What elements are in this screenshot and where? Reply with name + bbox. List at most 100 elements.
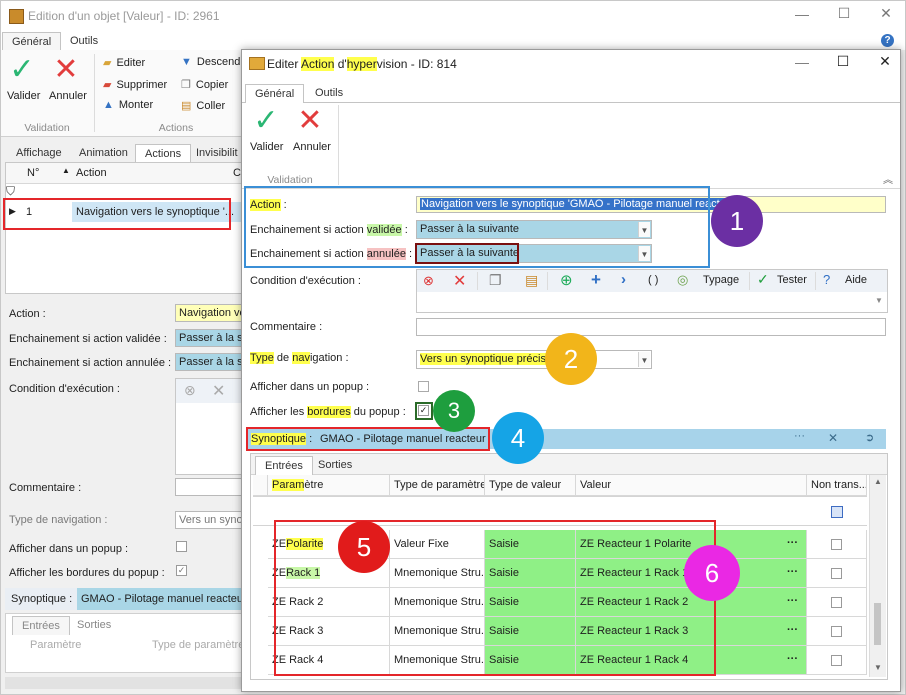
- non-trans-checkbox[interactable]: [831, 625, 842, 637]
- col-non-trans[interactable]: Non trans...: [807, 475, 867, 496]
- filter-checkbox-icon[interactable]: [831, 506, 843, 518]
- type-icon[interactable]: ◎: [677, 272, 688, 288]
- checkmark-icon[interactable]: ✓: [7, 54, 37, 86]
- tab-outils[interactable]: Outils: [61, 32, 107, 50]
- inner-comment-label: Commentaire :: [250, 321, 323, 333]
- borders-checkbox[interactable]: ✓: [176, 565, 187, 576]
- inner-tab-entrees[interactable]: Entrées: [255, 456, 313, 475]
- chevron-right-icon[interactable]: ›: [621, 271, 626, 288]
- col-type: Type de paramètre: [152, 639, 245, 651]
- tab-actions[interactable]: Actions: [135, 144, 192, 163]
- non-trans-checkbox[interactable]: [831, 538, 842, 550]
- maximize-button[interactable]: ☐: [829, 5, 859, 22]
- outer-titlebar: Edition d'un objet [Valeur] - ID: 2961 —…: [1, 1, 905, 31]
- plus-icon[interactable]: +: [591, 270, 601, 290]
- inner-borders-checkbox[interactable]: ✓: [418, 405, 429, 416]
- col-action[interactable]: Action: [76, 167, 107, 179]
- valider-button[interactable]: Valider: [7, 90, 40, 102]
- inner-maximize-button[interactable]: ☐: [828, 53, 858, 70]
- inner-minimize-button[interactable]: —: [787, 54, 817, 70]
- copy-icon[interactable]: ❐: [489, 272, 502, 289]
- col-c[interactable]: C: [233, 167, 241, 179]
- col-number[interactable]: N°: [27, 167, 39, 179]
- collapse-icon[interactable]: ︽: [883, 171, 893, 186]
- vertical-scrollbar[interactable]: ▲ ▼: [869, 475, 886, 677]
- checkmark-icon[interactable]: ✓: [251, 105, 281, 137]
- cancel-icon[interactable]: ⊗: [184, 382, 196, 399]
- cross-icon[interactable]: ✕: [51, 54, 81, 86]
- inner-tabstrip: Général Outils: [242, 82, 900, 103]
- inner-popup-checkbox[interactable]: [418, 381, 429, 392]
- tester-button[interactable]: Tester: [777, 274, 807, 286]
- chevron-down-icon[interactable]: ▼: [638, 352, 650, 367]
- more-icon: ···: [787, 566, 798, 578]
- expand-icon[interactable]: ▼: [875, 296, 883, 305]
- aide-button[interactable]: Aide: [845, 274, 867, 286]
- navigate-icon[interactable]: ➲: [865, 431, 874, 444]
- cross-icon[interactable]: ✕: [212, 381, 225, 401]
- monter-button[interactable]: ▲ Monter: [103, 99, 153, 111]
- tab-general[interactable]: Général: [2, 32, 62, 51]
- scroll-down-icon[interactable]: ▼: [874, 663, 882, 672]
- action-field[interactable]: Navigation ver: [175, 304, 245, 322]
- scroll-thumb[interactable]: [874, 603, 881, 645]
- non-trans-checkbox[interactable]: [831, 567, 842, 579]
- help-icon[interactable]: ?: [881, 34, 894, 47]
- col-parametre[interactable]: Param ètre: [268, 475, 390, 496]
- descendre-button[interactable]: ▼ Descendr: [181, 56, 244, 68]
- badge-5: 5: [338, 521, 390, 573]
- copier-button[interactable]: ❐ Copier: [181, 78, 228, 92]
- inner-typenav-select[interactable]: Vers un synoptique précis ▼: [416, 350, 652, 369]
- tab-sorties[interactable]: Sorties: [68, 616, 120, 634]
- col-type-valeur[interactable]: Type de valeur: [485, 475, 576, 496]
- cross-icon[interactable]: ✕: [453, 271, 466, 291]
- inner-annuler-button[interactable]: Annuler: [293, 141, 331, 153]
- annuler-button[interactable]: Annuler: [49, 90, 87, 102]
- horizontal-scrollbar[interactable]: [5, 677, 245, 689]
- tab-entrees[interactable]: Entrées: [12, 616, 70, 635]
- scroll-up-icon[interactable]: ▲: [874, 477, 882, 486]
- close-button[interactable]: ✕: [871, 5, 901, 22]
- editer-button[interactable]: ▰ Editer: [103, 56, 145, 70]
- clear-icon[interactable]: ✕: [828, 431, 838, 445]
- popup-checkbox[interactable]: [176, 541, 187, 552]
- col-type-parametre[interactable]: Type de paramètre: [390, 475, 485, 496]
- synop-label: Synoptique :: [11, 593, 73, 605]
- col-valeur[interactable]: Valeur: [576, 475, 807, 496]
- filter-icon[interactable]: ⛉: [6, 184, 15, 199]
- typenav-select[interactable]: Vers un syno: [175, 511, 245, 529]
- annul-select[interactable]: Passer à la su: [175, 353, 245, 371]
- paste-icon[interactable]: ▤: [525, 272, 538, 289]
- inner-comment-field[interactable]: [416, 318, 886, 336]
- cond-editor[interactable]: ⊗ ✕: [175, 378, 247, 475]
- inner-tab-outils[interactable]: Outils: [306, 84, 352, 102]
- cancel-icon[interactable]: ⊗: [423, 273, 434, 289]
- minimize-button[interactable]: —: [787, 6, 817, 22]
- params-grid-header: Param ètre Type de paramètre Type de vale…: [253, 475, 867, 497]
- typage-button[interactable]: Typage: [703, 274, 739, 286]
- add-circle-icon[interactable]: ⊕: [560, 271, 573, 289]
- synop-value[interactable]: GMAO - Pilotage manuel reacteur: [77, 588, 247, 610]
- more-icon[interactable]: ···: [794, 430, 805, 442]
- actions-group-label: Actions: [158, 122, 194, 134]
- valid-select[interactable]: Passer à la su: [175, 329, 245, 347]
- more-icon: ···: [787, 624, 798, 636]
- tab-animation[interactable]: Animation: [70, 144, 137, 162]
- inner-valider-button[interactable]: Valider: [250, 141, 283, 153]
- arrow-up-icon: ▲: [103, 99, 114, 111]
- comment-field[interactable]: [175, 478, 245, 496]
- non-trans-checkbox[interactable]: [831, 654, 842, 666]
- more-icon: ···: [787, 537, 798, 549]
- supprimer-button[interactable]: ▰ Supprimer: [103, 78, 167, 92]
- annul-label: Enchainement si action annulée :: [9, 357, 172, 369]
- inner-tab-general[interactable]: Général: [245, 84, 305, 103]
- inner-tab-sorties[interactable]: Sorties: [309, 456, 361, 474]
- parens-button[interactable]: ( ): [648, 274, 658, 286]
- tab-invisibilite[interactable]: Invisibilit: [187, 144, 247, 162]
- inner-close-button[interactable]: ✕: [870, 53, 900, 70]
- inner-cond-editor[interactable]: ⊗ ✕ ❐ ▤ ⊕ + › ( ) ◎ Typage ✓ Tester ? Ai…: [416, 269, 888, 313]
- cross-icon[interactable]: ✕: [295, 105, 325, 137]
- tab-affichage[interactable]: Affichage: [7, 144, 71, 162]
- coller-button[interactable]: ▤ Coller: [181, 99, 225, 113]
- non-trans-checkbox[interactable]: [831, 596, 842, 608]
